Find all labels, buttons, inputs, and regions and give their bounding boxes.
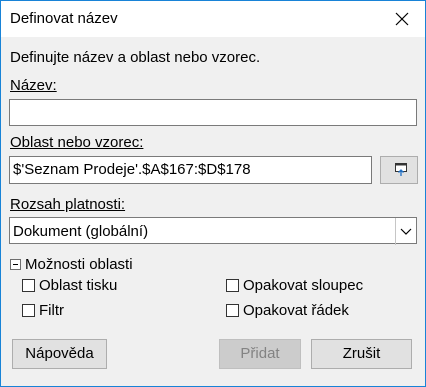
add-button[interactable]: Přidat [219,339,301,369]
define-name-dialog: Definovat název Definujte název a oblast… [0,0,426,387]
cancel-button[interactable]: Zrušit [311,339,412,369]
range-formula-label: Oblast nebo vzorec: [10,134,144,151]
repeat-column-label[interactable]: Opakovat sloupec [243,277,363,294]
range-options-expander[interactable] [10,259,21,270]
collapse-minus-icon [13,264,18,265]
dialog-content: Definujte název a oblast nebo vzorec. Ná… [1,37,425,386]
dialog-description: Definujte název a oblast nebo vzorec. [10,49,261,66]
shrink-dialog-icon [395,163,407,176]
repeat-row-label[interactable]: Opakovat řádek [243,302,349,319]
range-formula-field[interactable]: $'Seznam Prodeje'.$A$167:$D$178 [9,156,372,184]
range-options-label: Možnosti oblasti [25,256,133,273]
repeat-row-checkbox[interactable] [226,304,239,317]
window-title: Definovat název [10,10,118,27]
shrink-dialog-button[interactable] [380,156,418,184]
scope-dropdown-toggle[interactable] [395,218,416,245]
close-icon [395,12,409,26]
scope-dropdown[interactable]: Dokument (globální) [9,217,417,245]
print-range-checkbox[interactable] [22,279,35,292]
close-button[interactable] [379,1,425,37]
name-label: Název: [10,77,57,94]
print-range-label[interactable]: Oblast tisku [39,277,117,294]
name-field[interactable] [9,99,417,126]
scope-label: Rozsah platnosti: [10,196,126,213]
chevron-down-icon [400,228,412,235]
help-button[interactable]: Nápověda [12,339,107,369]
title-bar: Definovat název [1,1,425,37]
filter-label[interactable]: Filtr [39,302,64,319]
filter-checkbox[interactable] [22,304,35,317]
scope-selected-value: Dokument (globální) [13,223,149,240]
repeat-column-checkbox[interactable] [226,279,239,292]
